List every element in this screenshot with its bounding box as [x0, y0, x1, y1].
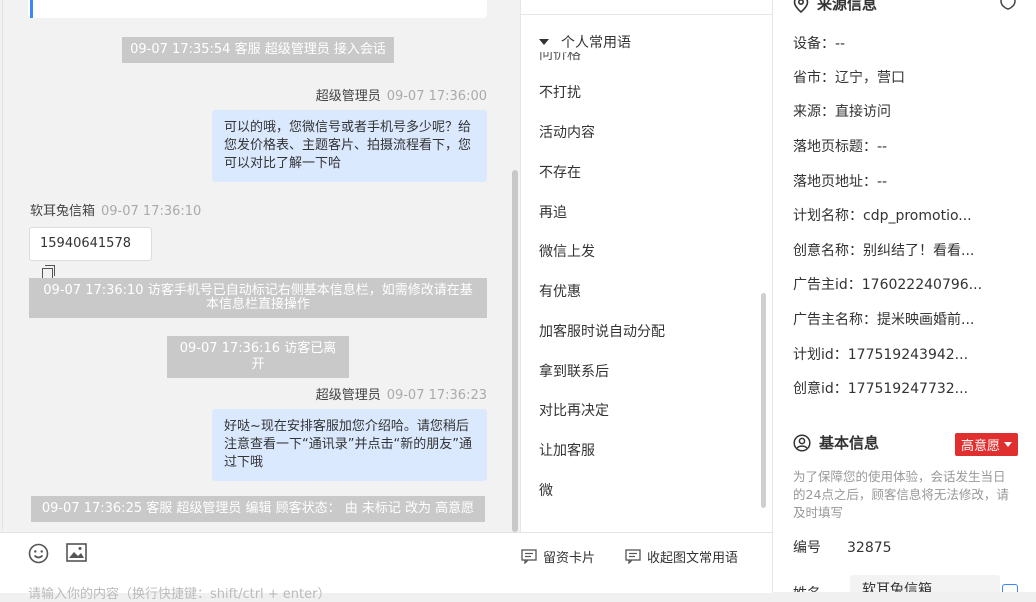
source-row-landing-url: 落地页地址：-- — [793, 174, 888, 190]
phrase-item[interactable]: 活动内容 — [539, 122, 595, 142]
agent-message-bubble: 好哒~现在安排客服加您介绍哈。请您稍后注意查看一下“通讯录”并点击“新的朋友”通… — [212, 409, 487, 481]
chat-panel: 09-07 17:35:54 客服 超级管理员 接入会话 超级管理员 09-07 … — [0, 0, 520, 592]
emoji-icon[interactable] — [28, 543, 49, 568]
sender-name: 超级管理员 — [315, 388, 381, 403]
name-field[interactable]: 软耳兔信箱 — [850, 575, 1000, 592]
edit-icon[interactable] — [1002, 584, 1018, 592]
source-row-landing-title: 落地页标题：-- — [793, 139, 888, 155]
phrase-item[interactable]: 再追 — [539, 202, 567, 222]
phrase-item[interactable]: 不打扰 — [539, 82, 581, 102]
visitor-sender: 软耳兔信箱 09-07 17:36:10 — [30, 200, 201, 219]
message-time: 09-07 17:36:23 — [386, 388, 487, 403]
previous-message-card — [28, 0, 487, 18]
visitor-message-bubble: 15940641578 — [29, 227, 152, 280]
intent-status-label: 高意愿 — [961, 439, 1001, 454]
system-message-status-change: 09-07 17:36:25 客服 超级管理员 编辑 顾客状态： 由 未标记 改… — [31, 496, 485, 522]
caret-down-icon — [539, 39, 549, 45]
user-icon — [793, 433, 811, 452]
phrase-item[interactable]: 微信上发 — [539, 241, 595, 261]
customer-info-panel: 来源信息 设备：-- 省市：辽宁，营口 来源：直接访问 落地页标题：-- 落地页… — [772, 0, 1036, 592]
edit-notice: 为了保障您的使用体验，会话发生当日的24点之后，顾客信息将无法修改，请及时填写 — [793, 469, 1009, 520]
phrases-panel: 问价格 个人常用语 不打扰 活动内容 不存在 再追 微信上发 有优惠 加客服时说… — [520, 0, 772, 532]
intent-status-dropdown[interactable]: 高意愿 — [955, 433, 1019, 456]
image-icon[interactable] — [66, 543, 87, 566]
card-marker — [30, 0, 33, 18]
phrases-group-title: 个人常用语 — [561, 35, 631, 51]
source-row-creative-name: 创意名称：别纠结了！看看... — [793, 243, 975, 259]
basic-info-title: 基本信息 — [819, 434, 880, 452]
source-row-advertiser-name: 广告主名称：提米映画婚前... — [793, 312, 975, 328]
system-message-join: 09-07 17:35:54 客服 超级管理员 接入会话 — [122, 37, 394, 63]
message-time: 09-07 17:36:10 — [101, 204, 202, 219]
lead-card-label: 留资卡片 — [543, 551, 596, 566]
source-row-plan-id: 计划id：177519243942... — [793, 347, 969, 363]
visitor-name: 软耳兔信箱 — [30, 204, 96, 219]
system-message-phone-marked: 09-07 17:36:10 访客手机号已自动标记右侧基本信息栏，如需修改请在基… — [29, 278, 487, 318]
source-info-title: 来源信息 — [817, 0, 878, 13]
id-value: 32875 — [847, 540, 892, 556]
message-sender: 超级管理员 09-07 17:36:23 — [316, 384, 487, 403]
divider — [521, 14, 772, 15]
source-info-header: 来源信息 — [793, 0, 877, 14]
caret-down-icon — [1004, 442, 1013, 447]
collapse-phrases-button[interactable]: 收起图文常用语 — [625, 547, 738, 566]
source-row-plan-name: 计划名称：cdp_promotio... — [793, 208, 972, 224]
basic-info-header: 基本信息 — [793, 432, 879, 453]
phrase-item[interactable]: 对比再决定 — [539, 400, 609, 420]
id-label: 编号 — [793, 540, 821, 556]
collapse-phrases-label: 收起图文常用语 — [647, 551, 739, 566]
phrase-item[interactable]: 不存在 — [539, 162, 581, 182]
source-row-channel: 来源：直接访问 — [793, 104, 891, 120]
source-row-creative-id: 创意id：177519247732... — [793, 381, 969, 397]
message-time: 09-07 17:36:00 — [386, 89, 487, 104]
chat-input-area: 留资卡片 收起图文常用语 请输入你的内容（换行快捷键：shift/ctrl + … — [0, 532, 772, 602]
phrase-item[interactable]: 有优惠 — [539, 281, 581, 301]
sender-name: 超级管理员 — [315, 89, 381, 104]
visitor-phone: 15940641578 — [40, 236, 131, 251]
divider — [2, 0, 3, 530]
shield-icon[interactable] — [999, 0, 1017, 14]
phrases-scrollbar[interactable] — [761, 293, 766, 508]
lead-card-button[interactable]: 留资卡片 — [521, 547, 595, 566]
card-icon — [521, 549, 537, 564]
chat-scrollbar[interactable] — [512, 170, 518, 532]
source-row-region: 省市：辽宁，营口 — [793, 70, 905, 86]
message-input[interactable]: 请输入你的内容（换行快捷键：shift/ctrl + enter） — [28, 583, 331, 602]
phrase-item[interactable]: 加客服时说自动分配 — [539, 321, 665, 341]
name-label: 姓名 — [793, 583, 821, 592]
phrase-item[interactable]: 微 — [539, 480, 553, 500]
message-sender: 超级管理员 09-07 17:36:00 — [316, 85, 487, 104]
agent-message-bubble: 可以的哦，您微信号或者手机号多少呢？给您发价格表、主题客片、拍摄流程看下，您可以… — [212, 110, 487, 182]
phrase-item[interactable]: 拿到联系后 — [539, 361, 609, 381]
source-row-advertiser-id: 广告主id：176022240796... — [793, 277, 983, 293]
phrases-group-toggle[interactable]: 个人常用语 — [539, 32, 631, 52]
phrase-item[interactable]: 让加客服 — [539, 440, 595, 460]
id-row: 编号 32875 — [793, 537, 892, 557]
system-message-left: 09-07 17:36:16 访客已离开 — [167, 336, 349, 378]
message-icon — [625, 549, 641, 564]
source-row-device: 设备：-- — [793, 36, 846, 52]
location-icon — [793, 0, 809, 13]
